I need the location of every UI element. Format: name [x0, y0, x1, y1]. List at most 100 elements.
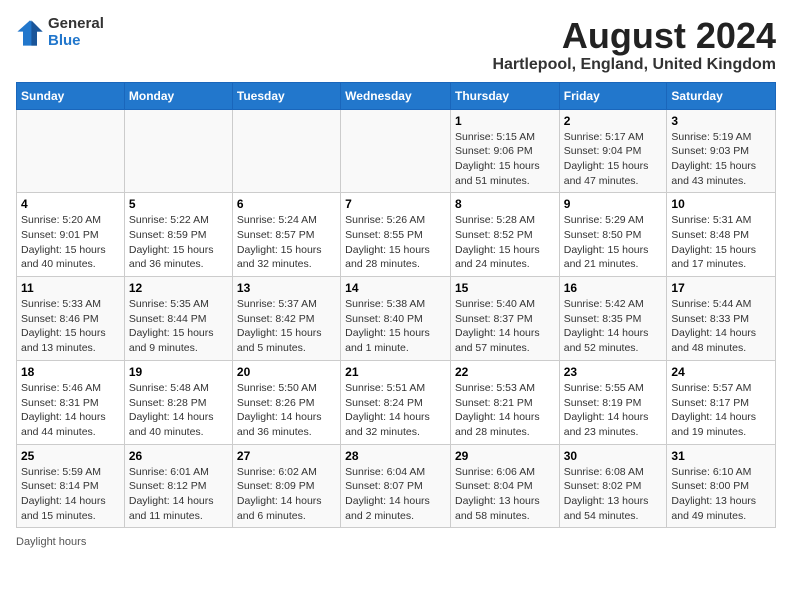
day-number: 22	[455, 365, 555, 379]
calendar-cell: 24 Sunrise: 5:57 AM Sunset: 8:17 PM Dayli…	[667, 360, 776, 444]
day-number: 1	[455, 114, 555, 128]
day-number: 20	[237, 365, 336, 379]
day-number: 14	[345, 281, 446, 295]
day-number: 23	[564, 365, 663, 379]
calendar-cell: 19 Sunrise: 5:48 AM Sunset: 8:28 PM Dayli…	[124, 360, 232, 444]
day-info: Sunrise: 6:06 AM Sunset: 8:04 PM Dayligh…	[455, 465, 555, 524]
calendar-cell: 28 Sunrise: 6:04 AM Sunset: 8:07 PM Dayli…	[341, 444, 451, 528]
calendar-week-row: 11 Sunrise: 5:33 AM Sunset: 8:46 PM Dayli…	[17, 277, 776, 361]
daylight-label: Daylight hours	[16, 536, 86, 548]
calendar-cell: 25Sunrise: 5:59 AM Sunset: 8:14 PM Dayli…	[17, 444, 125, 528]
calendar-day-header: Monday	[124, 82, 232, 109]
calendar-cell: 30Sunrise: 6:08 AM Sunset: 8:02 PM Dayli…	[559, 444, 667, 528]
calendar-cell: 17 Sunrise: 5:44 AM Sunset: 8:33 PM Dayli…	[667, 277, 776, 361]
calendar-cell: 11 Sunrise: 5:33 AM Sunset: 8:46 PM Dayli…	[17, 277, 125, 361]
calendar-cell	[341, 109, 451, 193]
calendar-day-header: Friday	[559, 82, 667, 109]
page-header: General Blue August 2024 Hartlepool, Eng…	[16, 16, 776, 74]
day-info: Sunrise: 5:42 AM Sunset: 8:35 PM Dayligh…	[564, 297, 663, 356]
calendar-week-row: 25Sunrise: 5:59 AM Sunset: 8:14 PM Dayli…	[17, 444, 776, 528]
footer: Daylight hours	[16, 536, 776, 548]
day-number: 16	[564, 281, 663, 295]
calendar-header-row: SundayMondayTuesdayWednesdayThursdayFrid…	[17, 82, 776, 109]
calendar-cell: 22Sunrise: 5:53 AM Sunset: 8:21 PM Dayli…	[450, 360, 559, 444]
calendar-cell: 7Sunrise: 5:26 AM Sunset: 8:55 PM Daylig…	[341, 193, 451, 277]
day-number: 27	[237, 449, 336, 463]
logo: General Blue	[16, 16, 104, 49]
day-number: 12	[129, 281, 228, 295]
day-info: Sunrise: 6:10 AM Sunset: 8:00 PM Dayligh…	[671, 465, 771, 524]
calendar-cell: 16 Sunrise: 5:42 AM Sunset: 8:35 PM Dayli…	[559, 277, 667, 361]
day-info: Sunrise: 5:57 AM Sunset: 8:17 PM Dayligh…	[671, 381, 771, 440]
calendar-cell: 27 Sunrise: 6:02 AM Sunset: 8:09 PM Dayli…	[232, 444, 340, 528]
calendar-week-row: 18 Sunrise: 5:46 AM Sunset: 8:31 PM Dayli…	[17, 360, 776, 444]
day-number: 21	[345, 365, 446, 379]
calendar-cell: 15 Sunrise: 5:40 AM Sunset: 8:37 PM Dayli…	[450, 277, 559, 361]
calendar-week-row: 4 Sunrise: 5:20 AM Sunset: 9:01 PM Daylig…	[17, 193, 776, 277]
calendar-cell: 10 Sunrise: 5:31 AM Sunset: 8:48 PM Dayli…	[667, 193, 776, 277]
day-info: Sunrise: 5:28 AM Sunset: 8:52 PM Dayligh…	[455, 213, 555, 272]
calendar-day-header: Saturday	[667, 82, 776, 109]
calendar-cell	[232, 109, 340, 193]
day-number: 29	[455, 449, 555, 463]
calendar-cell: 4 Sunrise: 5:20 AM Sunset: 9:01 PM Daylig…	[17, 193, 125, 277]
day-number: 5	[129, 197, 228, 211]
day-number: 3	[671, 114, 771, 128]
day-info: Sunrise: 5:46 AM Sunset: 8:31 PM Dayligh…	[21, 381, 120, 440]
day-number: 31	[671, 449, 771, 463]
day-number: 10	[671, 197, 771, 211]
calendar-cell: 18 Sunrise: 5:46 AM Sunset: 8:31 PM Dayli…	[17, 360, 125, 444]
calendar-day-header: Sunday	[17, 82, 125, 109]
day-info: Sunrise: 5:33 AM Sunset: 8:46 PM Dayligh…	[21, 297, 120, 356]
location-title: Hartlepool, England, United Kingdom	[492, 56, 776, 74]
day-info: Sunrise: 6:02 AM Sunset: 8:09 PM Dayligh…	[237, 465, 336, 524]
day-info: Sunrise: 5:31 AM Sunset: 8:48 PM Dayligh…	[671, 213, 771, 272]
calendar-cell: 14Sunrise: 5:38 AM Sunset: 8:40 PM Dayli…	[341, 277, 451, 361]
day-number: 8	[455, 197, 555, 211]
calendar-cell: 31 Sunrise: 6:10 AM Sunset: 8:00 PM Dayli…	[667, 444, 776, 528]
day-info: Sunrise: 5:17 AM Sunset: 9:04 PM Dayligh…	[564, 130, 663, 189]
day-number: 24	[671, 365, 771, 379]
day-info: Sunrise: 5:50 AM Sunset: 8:26 PM Dayligh…	[237, 381, 336, 440]
day-info: Sunrise: 5:55 AM Sunset: 8:19 PM Dayligh…	[564, 381, 663, 440]
day-number: 15	[455, 281, 555, 295]
calendar-cell: 3Sunrise: 5:19 AM Sunset: 9:03 PM Daylig…	[667, 109, 776, 193]
day-number: 11	[21, 281, 120, 295]
calendar-day-header: Thursday	[450, 82, 559, 109]
calendar-cell: 20 Sunrise: 5:50 AM Sunset: 8:26 PM Dayli…	[232, 360, 340, 444]
day-info: Sunrise: 5:48 AM Sunset: 8:28 PM Dayligh…	[129, 381, 228, 440]
day-info: Sunrise: 5:40 AM Sunset: 8:37 PM Dayligh…	[455, 297, 555, 356]
calendar-cell: 5 Sunrise: 5:22 AM Sunset: 8:59 PM Daylig…	[124, 193, 232, 277]
day-number: 26	[129, 449, 228, 463]
day-info: Sunrise: 5:44 AM Sunset: 8:33 PM Dayligh…	[671, 297, 771, 356]
calendar-day-header: Wednesday	[341, 82, 451, 109]
day-number: 17	[671, 281, 771, 295]
day-number: 13	[237, 281, 336, 295]
calendar-week-row: 1 Sunrise: 5:15 AM Sunset: 9:06 PM Daylig…	[17, 109, 776, 193]
day-number: 4	[21, 197, 120, 211]
day-number: 18	[21, 365, 120, 379]
day-number: 2	[564, 114, 663, 128]
logo-blue: Blue	[48, 33, 104, 50]
logo-text: General Blue	[48, 16, 104, 49]
calendar-cell: 2 Sunrise: 5:17 AM Sunset: 9:04 PM Daylig…	[559, 109, 667, 193]
day-info: Sunrise: 5:37 AM Sunset: 8:42 PM Dayligh…	[237, 297, 336, 356]
calendar-cell: 12Sunrise: 5:35 AM Sunset: 8:44 PM Dayli…	[124, 277, 232, 361]
day-number: 28	[345, 449, 446, 463]
day-info: Sunrise: 5:15 AM Sunset: 9:06 PM Dayligh…	[455, 130, 555, 189]
day-number: 6	[237, 197, 336, 211]
day-info: Sunrise: 6:04 AM Sunset: 8:07 PM Dayligh…	[345, 465, 446, 524]
logo-icon	[16, 19, 44, 47]
day-number: 25	[21, 449, 120, 463]
day-info: Sunrise: 5:26 AM Sunset: 8:55 PM Dayligh…	[345, 213, 446, 272]
calendar-cell	[124, 109, 232, 193]
day-info: Sunrise: 5:51 AM Sunset: 8:24 PM Dayligh…	[345, 381, 446, 440]
day-info: Sunrise: 5:24 AM Sunset: 8:57 PM Dayligh…	[237, 213, 336, 272]
calendar-table: SundayMondayTuesdayWednesdayThursdayFrid…	[16, 82, 776, 529]
day-info: Sunrise: 5:22 AM Sunset: 8:59 PM Dayligh…	[129, 213, 228, 272]
calendar-day-header: Tuesday	[232, 82, 340, 109]
day-number: 19	[129, 365, 228, 379]
calendar-cell: 6 Sunrise: 5:24 AM Sunset: 8:57 PM Daylig…	[232, 193, 340, 277]
day-info: Sunrise: 5:20 AM Sunset: 9:01 PM Dayligh…	[21, 213, 120, 272]
calendar-cell: 1 Sunrise: 5:15 AM Sunset: 9:06 PM Daylig…	[450, 109, 559, 193]
